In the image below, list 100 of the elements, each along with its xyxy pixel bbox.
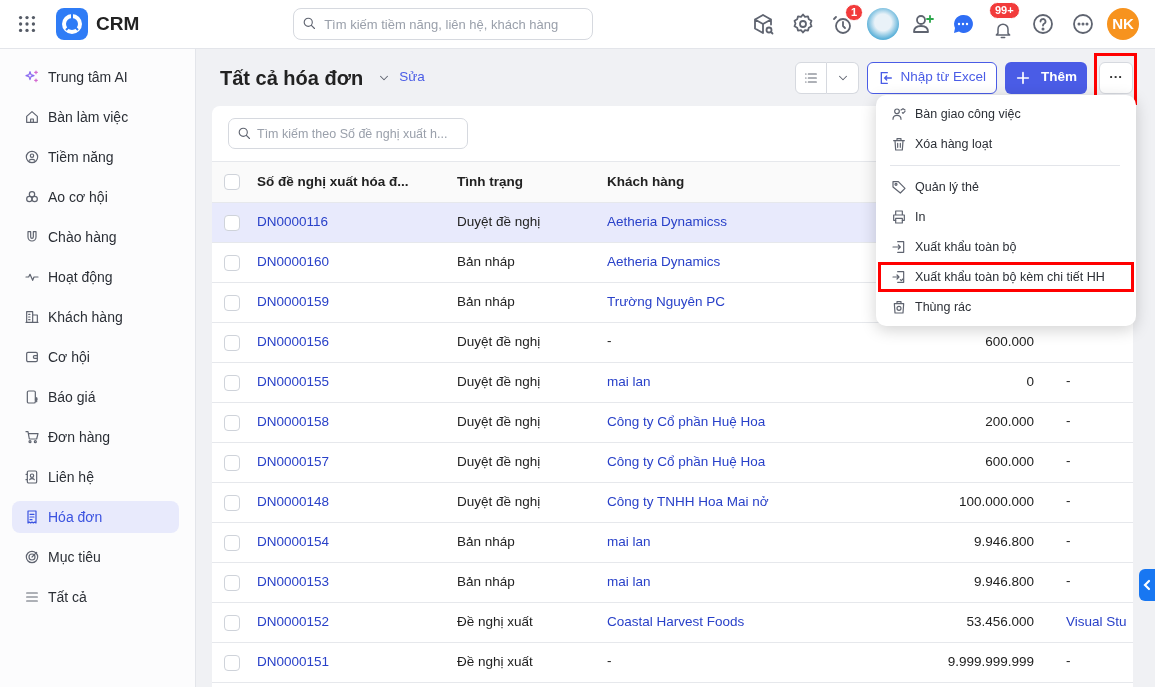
invoice-link[interactable]: DN0000159 <box>257 294 330 310</box>
sidebar-item[interactable]: Bàn làm việc <box>12 101 179 133</box>
cube-search-icon[interactable] <box>751 12 775 36</box>
table-cell: 100.000.000 <box>958 494 1034 510</box>
more-icon[interactable] <box>1071 12 1095 36</box>
menu-item[interactable]: Xuất khẩu toàn bộ kèm chi tiết HH <box>878 262 1134 292</box>
menu-item[interactable]: Bàn giao công việc <box>878 99 1134 129</box>
customer-link[interactable]: Công ty TNHH Hoa Mai nở <box>607 494 769 510</box>
customer-link[interactable]: Trường Nguyên PC <box>607 294 725 310</box>
customer-link[interactable]: mai lan <box>607 574 651 590</box>
table-row[interactable]: DN0000154 Bản nháp mai lan 9.946.800 - <box>212 522 1133 563</box>
customer-link[interactable]: Aetheria Dynamicss <box>607 214 728 230</box>
table-cell: 9.946.800 <box>973 534 1034 550</box>
help-icon[interactable] <box>1031 12 1055 36</box>
sidebar-item[interactable]: Ao cơ hội <box>12 181 179 213</box>
invoice-link[interactable]: DN0000116 <box>257 214 329 230</box>
invoice-link[interactable]: DN0000160 <box>257 254 330 270</box>
row-checkbox[interactable] <box>224 614 240 631</box>
menu-item[interactable]: Quản lý thẻ <box>878 172 1134 202</box>
invoice-link[interactable]: DN0000153 <box>257 574 330 590</box>
sidebar-item[interactable]: Tiềm năng <box>12 141 179 173</box>
add-button[interactable]: Thêm <box>1005 61 1087 94</box>
search-field[interactable]: Tìm kiếm theo Số đề nghị xuất h... <box>228 118 468 149</box>
menu-item[interactable]: Thùng rác <box>878 292 1134 322</box>
row-checkbox[interactable] <box>224 454 240 471</box>
sidebar-item[interactable]: Tất cả <box>12 581 179 613</box>
sidebar-item[interactable]: Báo giá <box>12 381 179 413</box>
table-cell: - <box>607 653 612 668</box>
customer-link[interactable]: Công ty Cổ phần Huệ Hoa <box>607 414 766 430</box>
invoice-link[interactable]: DN0000148 <box>257 494 330 510</box>
table-row[interactable]: DN0000153 Bản nháp mai lan 9.946.800 - <box>212 562 1133 603</box>
apps-grid-icon[interactable] <box>16 13 38 35</box>
view-menu-button[interactable] <box>827 61 860 94</box>
customer-link[interactable]: Công ty Cổ phần Huệ Hoa <box>607 454 766 470</box>
row-checkbox[interactable] <box>224 294 240 311</box>
customer-link[interactable]: Aetheria Dynamics <box>607 254 721 270</box>
customer-link[interactable]: Coastal Harvest Foods <box>607 614 745 630</box>
more-button[interactable]: ··· <box>1099 61 1133 94</box>
table-row[interactable]: DN0000148 Duyệt đề nghị Công ty TNHH Hoa Mai nở 100.000.000 - <box>212 482 1133 523</box>
select-all-checkbox[interactable] <box>224 174 240 191</box>
sidebar-item[interactable]: Trung tâm AI <box>12 61 179 93</box>
row-checkbox[interactable] <box>224 214 240 231</box>
search-field[interactable]: Tìm kiếm tiềm năng, liên hệ, khách hàng <box>293 8 594 40</box>
edit-link[interactable]: Sửa <box>399 67 425 88</box>
table-row[interactable]: DN0000152 Đề nghị xuất Coastal Harvest Foods 53.456.000 Visual Stu <box>212 602 1133 643</box>
sidebar-item[interactable]: Hóa đơn <box>12 501 179 533</box>
sidebar-item[interactable]: Khách hàng <box>12 301 179 333</box>
sidebar-item-icon <box>24 349 40 365</box>
customer-link[interactable]: mai lan <box>607 534 651 550</box>
row-checkbox[interactable] <box>224 254 240 271</box>
row-checkbox[interactable] <box>224 374 240 391</box>
import-button[interactable]: Nhập từ Excel <box>867 61 997 94</box>
invoice-link[interactable]: DN0000157 <box>257 454 330 470</box>
invoice-link[interactable]: DN0000155 <box>257 374 330 390</box>
table-row[interactable]: DN0000155 Duyệt đề nghị mai lan 0 - <box>212 362 1133 403</box>
invoice-link[interactable]: DN0000158 <box>257 414 330 430</box>
collapse-tab[interactable] <box>1139 569 1155 601</box>
list-view-button[interactable] <box>795 61 828 94</box>
chat-bubble-icon[interactable] <box>951 12 975 36</box>
invoice-link[interactable]: DN0000154 <box>257 534 330 550</box>
menu-item-icon <box>891 179 907 195</box>
notification-badge: 1 <box>845 4 864 21</box>
sidebar-item[interactable]: Hoạt động <box>12 261 179 293</box>
table-cell: - <box>1066 573 1071 588</box>
sidebar-item[interactable]: Cơ hội <box>12 341 179 373</box>
table-row[interactable]: DN0000157 Duyệt đề nghị Công ty Cổ phần Huệ Hoa 600.000 - <box>212 442 1133 483</box>
row-checkbox[interactable] <box>224 574 240 591</box>
menu-item[interactable]: In <box>878 202 1134 232</box>
menu-item[interactable]: Xóa hàng loạt <box>878 129 1134 159</box>
table-cell: Duyệt đề nghị <box>457 374 541 390</box>
invoice-link[interactable]: DN0000151 <box>257 654 330 670</box>
menu-item[interactable]: Xuất khẩu toàn bộ <box>878 232 1134 262</box>
row-checkbox[interactable] <box>224 534 240 551</box>
invoice-link[interactable]: DN0000156 <box>257 334 330 350</box>
table-row[interactable]: DN0000151 Đề nghị xuất - 9.999.999.999 - <box>212 642 1133 683</box>
menu-item-icon <box>891 106 907 122</box>
column-header[interactable]: Khách hàng <box>607 173 685 189</box>
user-plus-icon[interactable] <box>911 12 935 36</box>
sidebar-item[interactable]: Liên hệ <box>12 461 179 493</box>
settings-icon[interactable] <box>791 12 815 36</box>
row-checkbox[interactable] <box>224 494 240 511</box>
sidebar-item[interactable]: Chào hàng <box>12 221 179 253</box>
table-row[interactable]: DN0000158 Duyệt đề nghị Công ty Cổ phần Huệ Hoa 200.000 - <box>212 402 1133 443</box>
sidebar-item[interactable]: Mục tiêu <box>12 541 179 573</box>
invoice-link[interactable]: DN0000152 <box>257 614 330 630</box>
page-title: Tất cả hóa đơn <box>220 65 364 91</box>
table-cell: 200.000 <box>985 414 1034 430</box>
sidebar-item-icon <box>24 309 40 325</box>
sidebar-item-icon <box>24 149 40 165</box>
row-checkbox[interactable] <box>224 654 240 671</box>
app-name: CRM <box>96 11 140 36</box>
avatar-placeholder[interactable] <box>867 8 899 40</box>
table-cell: 53.456.000 <box>966 614 1034 630</box>
notification-badge: 99+ <box>989 2 1020 19</box>
row-checkbox[interactable] <box>224 414 240 431</box>
table-link[interactable]: Visual Stu <box>1066 614 1127 630</box>
sidebar-item[interactable]: Đơn hàng <box>12 421 179 453</box>
row-checkbox[interactable] <box>224 334 240 351</box>
column-header[interactable]: Tình trạng <box>457 173 523 189</box>
customer-link[interactable]: mai lan <box>607 374 651 390</box>
